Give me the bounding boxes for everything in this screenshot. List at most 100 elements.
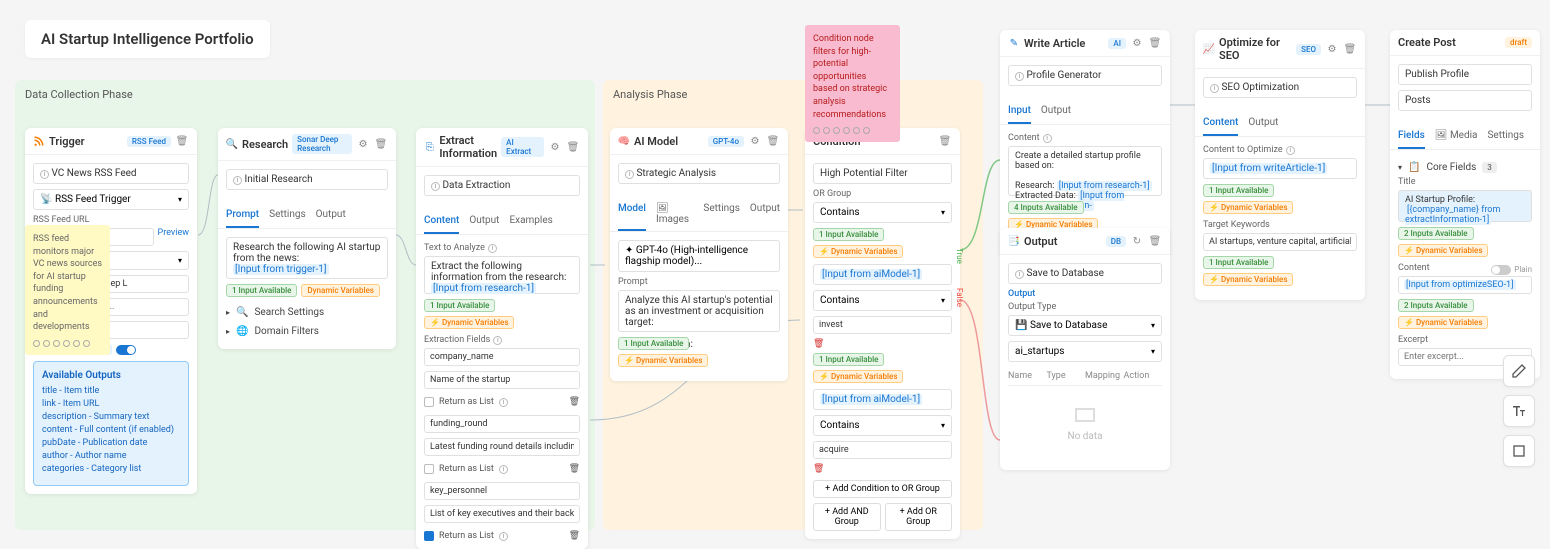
content-input[interactable]: [Input from writeArticle-1]: [1203, 158, 1357, 179]
value-input[interactable]: [813, 316, 952, 334]
node-output[interactable]: 📑 Output DB ↻🗑 i Save to Database Output…: [1000, 228, 1170, 470]
delete-condition[interactable]: 🗑: [813, 464, 952, 474]
delete-condition[interactable]: 🗑: [813, 339, 952, 349]
tab-settings[interactable]: Settings: [703, 197, 740, 231]
field1-list-cb[interactable]: [424, 397, 434, 407]
delete-icon[interactable]: 🗑: [374, 137, 388, 151]
field3-name[interactable]: [424, 482, 580, 500]
content-input[interactable]: Create a detailed startup profile based …: [1008, 146, 1162, 196]
tab-input[interactable]: Input: [1008, 99, 1031, 124]
sticky-colors[interactable]: [33, 340, 102, 347]
db-name[interactable]: Posts: [1398, 90, 1532, 111]
node-aimodel[interactable]: 🧠 AI Model GPT-4o ⚙🗑 i Strategic Analysi…: [610, 128, 788, 381]
content-input[interactable]: [Input from optimizeSEO-1]: [1398, 276, 1532, 294]
plain-toggle[interactable]: [1491, 265, 1511, 275]
operator-select[interactable]: Contains▾: [813, 415, 952, 436]
tab-output[interactable]: Output: [1041, 99, 1071, 124]
sticky-note-pink[interactable]: Condition node filters for high-potentia…: [805, 25, 900, 142]
add-condition-button[interactable]: + Add Condition to OR Group: [813, 480, 952, 498]
ref-input[interactable]: [Input from aiModel-1]: [813, 264, 952, 285]
gear-icon[interactable]: ⚙: [1325, 42, 1339, 56]
model-select[interactable]: ✦ GPT-4o (High-intelligence flagship mod…: [618, 240, 780, 272]
add-or-button[interactable]: + Add OR Group: [885, 503, 953, 531]
sticky-colors[interactable]: [813, 127, 892, 134]
node-write-article[interactable]: ✎ Write Article AI ⚙🗑 i Profile Generato…: [1000, 30, 1170, 258]
node-name-input[interactable]: i Initial Research: [226, 169, 388, 190]
node-research[interactable]: 🔍 Research Sonar Deep Research ⚙🗑 i Init…: [218, 128, 396, 349]
gear-icon[interactable]: ⚙: [748, 134, 762, 148]
trigger-type-select[interactable]: 📡 RSS Feed Trigger▾: [33, 189, 189, 210]
node-name-input[interactable]: [813, 163, 952, 184]
delete-icon[interactable]: 🗑: [175, 134, 189, 148]
tab-settings[interactable]: Settings: [1487, 124, 1524, 149]
node-name-input[interactable]: i SEO Optimization: [1203, 77, 1357, 98]
expand-search-settings[interactable]: ▸ 🔍 Search Settings: [226, 303, 388, 322]
field1-name[interactable]: [424, 348, 580, 366]
gear-icon[interactable]: ⚙: [1130, 36, 1144, 50]
node-extract[interactable]: ⎘ Extract Information AI Extract ⚙🗑 i Da…: [416, 128, 588, 549]
node-name-input[interactable]: [1398, 64, 1532, 85]
field2-name[interactable]: [424, 415, 580, 433]
node-create-post[interactable]: Create Post draft Posts Fields 🖼 Media S…: [1390, 30, 1540, 379]
tab-images[interactable]: 🖼 Images: [656, 197, 693, 231]
delete-icon[interactable]: 🗑: [938, 134, 952, 148]
operator-select[interactable]: Contains▾: [813, 202, 952, 223]
delete-icon[interactable]: 🗑: [1148, 234, 1162, 248]
tab-fields[interactable]: Fields: [1398, 124, 1425, 149]
keywords-input[interactable]: [1203, 233, 1357, 251]
tab-prompt[interactable]: Prompt: [226, 203, 259, 228]
tab-media[interactable]: 🖼 Media: [1435, 124, 1478, 149]
gear-icon[interactable]: ⚙: [356, 137, 370, 151]
delete-icon[interactable]: 🗑: [569, 397, 580, 407]
tab-content[interactable]: Content: [1203, 111, 1238, 136]
gear-icon[interactable]: ⚙: [548, 140, 562, 154]
operator-select[interactable]: Contains▾: [813, 290, 952, 311]
text-input[interactable]: Extract the following information from t…: [424, 256, 580, 294]
delete-icon[interactable]: 🗑: [569, 464, 580, 474]
output-type-select[interactable]: 💾 Save to Database▾: [1008, 315, 1162, 336]
tab-output[interactable]: Output: [1248, 111, 1278, 136]
prompt-input[interactable]: Analyze this AI startup's potential as a…: [618, 290, 780, 332]
history-icon[interactable]: ↻: [1130, 234, 1144, 248]
tab-content[interactable]: Content: [424, 209, 459, 234]
prompt-input[interactable]: Research the following AI startup from t…: [226, 237, 388, 279]
expand-domain-filters[interactable]: ▸ 🌐 Domain Filters: [226, 322, 388, 341]
add-and-button[interactable]: + Add AND Group: [813, 503, 881, 531]
tab-output[interactable]: Output: [469, 209, 499, 234]
node-seo[interactable]: 📈 Optimize for SEO SEO ⚙🗑 i SEO Optimiza…: [1195, 30, 1365, 300]
field2-list-cb[interactable]: [424, 464, 434, 474]
text-button[interactable]: [1503, 395, 1535, 427]
tab-model[interactable]: Model: [618, 197, 646, 231]
field1-desc[interactable]: [424, 371, 580, 389]
delete-icon[interactable]: 🗑: [569, 531, 580, 541]
sticky-note-yellow[interactable]: RSS feed monitors major VC news sources …: [25, 225, 110, 355]
delete-icon[interactable]: 🗑: [1148, 36, 1162, 50]
value-input[interactable]: [813, 441, 952, 459]
shape-button[interactable]: [1503, 435, 1535, 467]
tab-output[interactable]: Output: [316, 203, 346, 228]
tab-settings[interactable]: Settings: [269, 203, 306, 228]
preview-link[interactable]: Preview: [158, 228, 189, 246]
node-name-input[interactable]: i Save to Database: [1008, 263, 1162, 284]
delete-icon[interactable]: 🗑: [566, 140, 580, 154]
delete-icon[interactable]: 🗑: [766, 134, 780, 148]
delete-icon[interactable]: 🗑: [1343, 42, 1357, 56]
tab-examples[interactable]: Examples: [509, 209, 552, 234]
tab-output[interactable]: Output: [750, 197, 780, 231]
db-select[interactable]: ai_startups▾: [1008, 341, 1162, 362]
field3-list-cb[interactable]: [424, 531, 434, 541]
title-input[interactable]: AI Startup Profile: [{company_name} from…: [1398, 190, 1532, 222]
output-label: Output: [1008, 289, 1162, 299]
core-fields-expand[interactable]: ▾ 📋 Core Fields 3: [1398, 158, 1532, 177]
ref-input[interactable]: [Input from aiModel-1]: [813, 389, 952, 410]
node-condition[interactable]: Condition 🗑 OR Group Contains▾ 1 Input A…: [805, 128, 960, 539]
node-name-input[interactable]: i Strategic Analysis: [618, 163, 780, 184]
field3-desc[interactable]: [424, 505, 580, 523]
edit-button[interactable]: [1503, 355, 1535, 387]
node-name-input[interactable]: i Data Extraction: [424, 175, 580, 196]
full-content-toggle[interactable]: [116, 345, 136, 355]
extract-icon: ⎘: [424, 141, 435, 153]
node-name-input[interactable]: i VC News RSS Feed: [33, 163, 189, 184]
node-name-input[interactable]: i Profile Generator: [1008, 65, 1162, 86]
field2-desc[interactable]: [424, 438, 580, 456]
